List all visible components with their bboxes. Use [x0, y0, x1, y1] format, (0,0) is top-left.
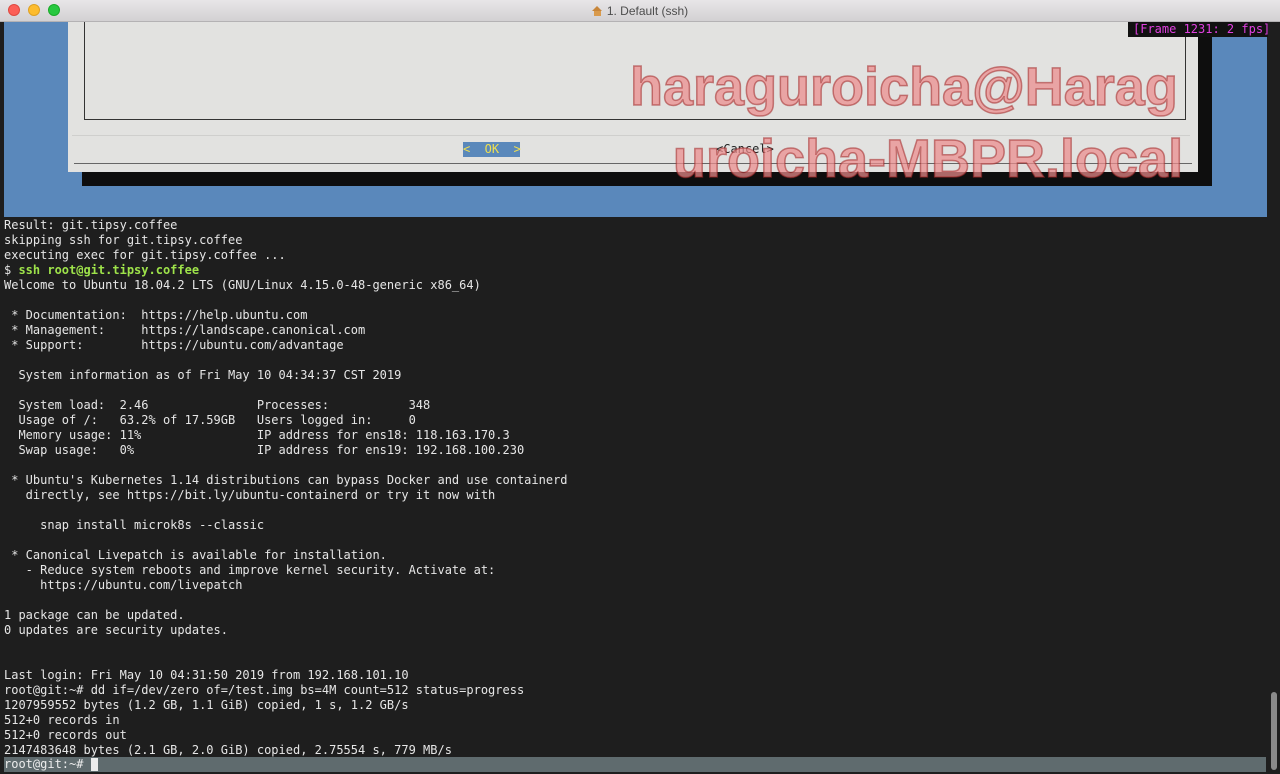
terminal-line: 2147483648 bytes (2.1 GB, 2.0 GiB) copie…: [4, 743, 452, 757]
terminal-line: snap install microk8s --classic: [4, 518, 265, 532]
terminal-line: executing exec for git.tipsy.coffee ...: [4, 248, 286, 262]
prompt-text: root@git:~#: [4, 757, 91, 771]
terminal-line: * Ubuntu's Kubernetes 1.14 distributions…: [4, 473, 568, 487]
ok-button[interactable]: < OK >: [463, 142, 521, 157]
terminal-line: - Reduce system reboots and improve kern…: [4, 563, 496, 577]
terminal-line: * Documentation: https://help.ubuntu.com: [4, 308, 308, 322]
terminal-line: * Support: https://ubuntu.com/advantage: [4, 338, 344, 352]
terminal-line: Swap usage: 0% IP address for ens19: 192…: [4, 443, 525, 457]
terminal-line: Welcome to Ubuntu 18.04.2 LTS (GNU/Linux…: [4, 278, 481, 292]
terminal-line: * Canonical Livepatch is available for i…: [4, 548, 387, 562]
terminal-line: 512+0 records out: [4, 728, 127, 742]
terminal-line: Usage of /: 63.2% of 17.59GB Users logge…: [4, 413, 416, 427]
terminal-line: Memory usage: 11% IP address for ens18: …: [4, 428, 510, 442]
maximize-button[interactable]: [48, 4, 60, 16]
frame-counter: [Frame 1231: 2 fps]: [1128, 22, 1273, 37]
terminal-line: * Management: https://landscape.canonica…: [4, 323, 366, 337]
scrollbar-thumb[interactable]: [1271, 692, 1277, 770]
window-title-group: 1. Default (ssh): [591, 3, 689, 18]
home-icon: [591, 5, 603, 16]
terminal-output: Result: git.tipsy.coffee skipping ssh for…: [4, 218, 1266, 758]
text-cursor: [90, 758, 98, 771]
terminal-view[interactable]: < OK > <Cancel> [Frame 1231: 2 fps] hara…: [0, 22, 1280, 774]
terminal-line: directly, see https://bit.ly/ubuntu-cont…: [4, 488, 496, 502]
shell-prompt: $: [4, 263, 19, 277]
terminal-line: 1207959552 bytes (1.2 GB, 1.1 GiB) copie…: [4, 698, 409, 712]
terminal-line: $ ssh root@git.tipsy.coffee: [4, 263, 1266, 278]
close-button[interactable]: [8, 4, 20, 16]
watermark-line-2: uroicha-MBPR.local: [672, 128, 1184, 190]
window-title: 1. Default (ssh): [606, 3, 689, 18]
terminal-line: 512+0 records in: [4, 713, 120, 727]
scrollbar[interactable]: [1268, 22, 1280, 774]
terminal-line: skipping ssh for git.tipsy.coffee: [4, 233, 243, 247]
terminal-line: 1 package can be updated.: [4, 608, 185, 622]
terminal-line: root@git:~# dd if=/dev/zero of=/test.img…: [4, 683, 525, 697]
terminal-line: https://ubuntu.com/livepatch: [4, 578, 243, 592]
terminal-line: 0 updates are security updates.: [4, 623, 228, 637]
minimize-button[interactable]: [28, 4, 40, 16]
watermark-line-1: haraguroicha@Harag: [629, 56, 1178, 118]
terminal-line: Result: git.tipsy.coffee: [4, 218, 178, 232]
terminal-line: System information as of Fri May 10 04:3…: [4, 368, 402, 382]
shell-command: ssh root@git.tipsy.coffee: [18, 263, 200, 277]
terminal-line: System load: 2.46 Processes: 348: [4, 398, 431, 412]
terminal-line: Last login: Fri May 10 04:31:50 2019 fro…: [4, 668, 409, 682]
title-bar: 1. Default (ssh): [0, 0, 1280, 22]
current-prompt-line[interactable]: root@git:~#: [4, 757, 1266, 772]
window-controls: [8, 4, 60, 16]
